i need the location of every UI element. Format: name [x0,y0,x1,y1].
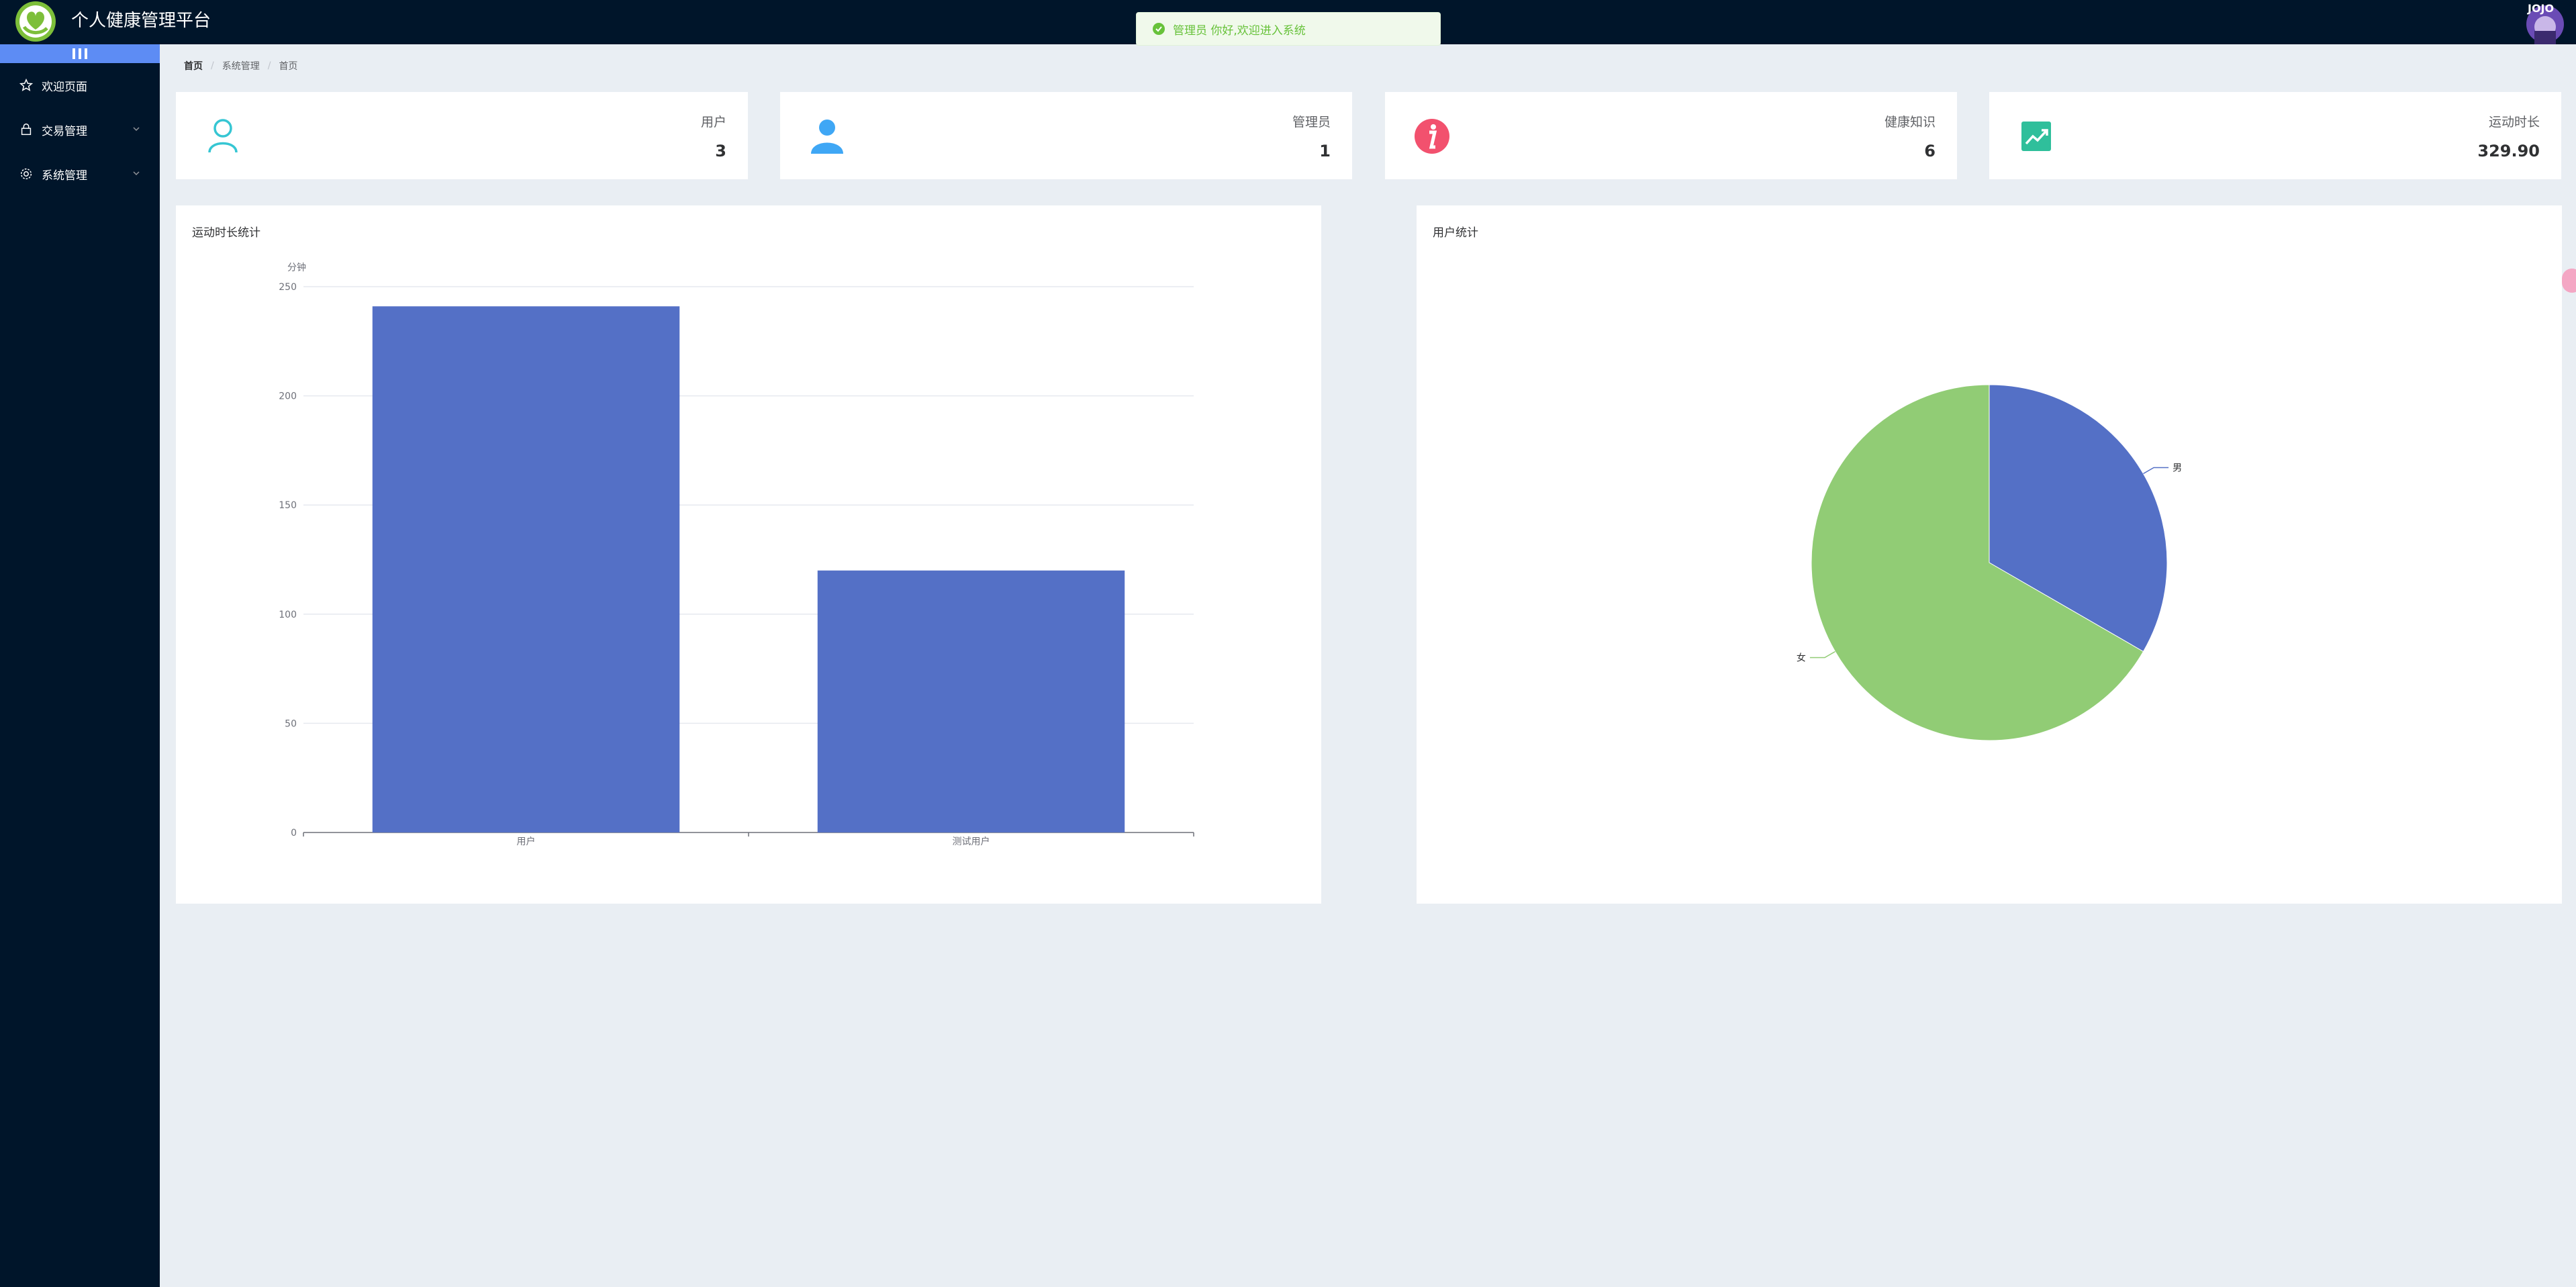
y-axis-title: 分钟 [287,262,306,273]
welcome-toast: 管理员 你好,欢迎进入系统 [1136,12,1441,46]
sidebar-item-label: 欢迎页面 [42,80,87,94]
user-chart-panel: 用户统计 男女 [1417,205,2562,904]
sidebar-item-welcome[interactable]: 欢迎页面 [0,63,160,107]
pie-leader-line [2143,467,2169,475]
exercise-chart-panel: 运动时长统计 分钟 0 50 100 150 200 250 用户 测试用户 [176,205,1321,904]
sidebar-item-transactions[interactable]: 交易管理 [0,107,160,152]
stat-card-exercise[interactable]: 运动时长 329.90 [1989,92,2561,179]
x-tick-label: 用户 [517,836,536,847]
y-tick-label: 50 [285,718,297,729]
breadcrumb-current: 首页 [279,61,298,72]
stat-value: 1 [1319,142,1331,160]
stat-label: 用户 [700,115,726,130]
success-check-icon [1153,23,1165,35]
breadcrumb-separator: / [267,60,271,71]
y-tick-label: 200 [279,391,297,402]
sidebar: 欢迎页面 交易管理 系统管理 [0,44,160,1287]
panel-title: 运动时长统计 [192,226,260,240]
y-tick-label: 0 [291,828,297,839]
collapse-toggle[interactable] [0,44,160,63]
avatar-text: JOJO [2527,2,2554,15]
y-tick-label: 100 [279,610,297,620]
stat-value: 329.90 [2477,142,2540,160]
stat-card-users[interactable]: 用户 3 [176,92,748,179]
bar [817,570,1125,832]
star-icon [19,78,34,91]
info-icon [1415,119,1449,154]
gear-icon [20,168,32,180]
pie-label: 女 [1797,653,1806,664]
stat-card-knowledge[interactable]: 健康知识 6 [1385,92,1957,179]
pie-label: 男 [2173,463,2182,474]
breadcrumb: 首页 / 系统管理 / 首页 [184,59,297,73]
chevron-down-icon [133,127,140,132]
lock-icon [21,124,32,136]
bar-chart: 分钟 0 50 100 150 200 250 用户 测试用户 [279,262,1194,847]
sidebar-item-label: 交易管理 [42,124,87,138]
user-avatar[interactable]: JOJO [2518,0,2569,44]
trend-icon [2021,122,2051,151]
stat-label: 管理员 [1292,115,1331,130]
bar [372,306,680,832]
stat-label: 健康知识 [1884,115,1936,130]
breadcrumb-home[interactable]: 首页 [184,59,203,73]
user-outline-icon [208,119,238,153]
pie-chart: 男女 [1797,384,2182,741]
breadcrumb-system[interactable]: 系统管理 [222,59,260,73]
floating-side-button[interactable] [2562,269,2576,293]
panel-title: 用户统计 [1433,226,1478,240]
menu-toggle-icon [73,48,87,59]
app-title: 个人健康管理平台 [71,11,211,31]
breadcrumb-separator: / [211,60,214,71]
pie-leader-line [1809,651,1835,659]
y-tick-label: 150 [279,500,297,511]
toast-message: 管理员 你好,欢迎进入系统 [1173,23,1306,38]
stat-value: 3 [715,142,726,160]
stat-value: 6 [1924,142,1936,160]
stat-card-admins[interactable]: 管理员 1 [780,92,1352,179]
logo-icon [15,1,56,42]
sidebar-item-system[interactable]: 系统管理 [0,152,160,196]
stat-label: 运动时长 [2488,115,2540,130]
y-tick-label: 250 [279,282,297,293]
user-filled-icon [811,120,843,154]
chevron-down-icon [133,171,140,176]
sidebar-item-label: 系统管理 [42,169,87,183]
x-tick-label: 测试用户 [953,836,990,847]
